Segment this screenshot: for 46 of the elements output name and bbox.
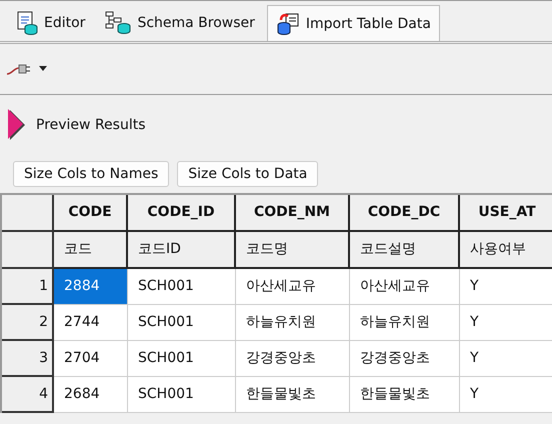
table-cell: Y [460,305,552,341]
table-cell: 강경중앙초 [350,341,460,377]
table-cell: 하늘유치원 [350,305,460,341]
table-cell: Y [460,377,552,413]
table-cell: 한들물빛초 [236,377,350,413]
plug-icon [6,62,32,76]
table-cell: Y [460,269,552,305]
table-cell: 2744 [54,305,128,341]
table-cell: 하늘유치원 [236,305,350,341]
size-columns-button[interactable]: Size Cols to Names [13,161,170,187]
column-header[interactable]: CODE_NM [236,195,350,232]
size-columns-button[interactable]: Size Cols to Data [177,161,318,187]
table-cell: SCH001 [128,269,236,305]
table-cell: 2704 [54,341,128,377]
row-number: 4 [2,377,54,413]
triangle-icon [8,109,26,141]
section-title: Preview Results [36,117,146,133]
column-header[interactable]: CODE_DC [350,195,460,232]
table-cell: 2684 [54,377,128,413]
table-cell: SCH001 [128,377,236,413]
column-header[interactable]: CODE_ID [128,195,236,232]
table-cell: 강경중앙초 [236,341,350,377]
table-cell: 아산세교유 [350,269,460,305]
header-corner [2,195,54,232]
table-cell: 한들물빛초 [350,377,460,413]
row-number: 1 [2,269,54,305]
column-header[interactable]: CODE [54,195,128,232]
table-cell: SCH001 [128,341,236,377]
tab[interactable]: Editor [8,5,94,41]
column-comment: 코드ID [128,232,236,269]
tab[interactable]: Schema Browser [97,5,263,41]
column-comment: 코드 [54,232,128,269]
header-corner [2,232,54,269]
column-comment: 코드설명 [350,232,460,269]
caret-icon [38,66,48,72]
document-database-icon [16,11,38,35]
tree-database-icon [105,11,132,35]
column-comment: 코드명 [236,232,350,269]
tab[interactable]: Import Table Data [266,5,440,41]
row-number: 3 [2,341,54,377]
table-cell: 2884 [54,269,128,305]
table-cell: Y [460,341,552,377]
table-cell: 아산세교유 [236,269,350,305]
row-number: 2 [2,305,54,341]
import-database-icon [276,12,300,36]
table-cell: SCH001 [128,305,236,341]
